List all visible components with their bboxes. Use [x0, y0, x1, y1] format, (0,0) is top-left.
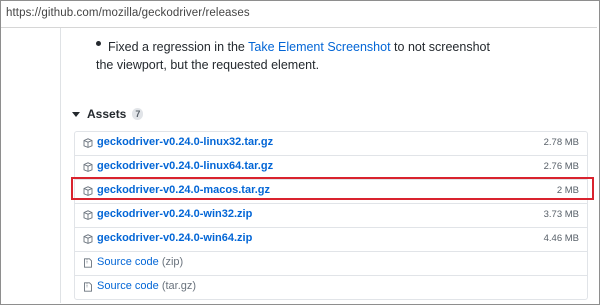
asset-size: 2.76 MB	[543, 161, 579, 172]
asset-row[interactable]: geckodriver-v0.24.0-linux32.tar.gz 2.78 …	[75, 132, 587, 155]
asset-row[interactable]: geckodriver-v0.24.0-linux64.tar.gz 2.76 …	[75, 155, 587, 179]
triangle-down-icon	[72, 111, 80, 117]
source-code-label: Source code	[97, 280, 159, 292]
asset-row[interactable]: geckodriver-v0.24.0-win64.zip 4.46 MB	[75, 227, 587, 251]
note-text-line2: the viewport, but the requested element.	[96, 58, 320, 72]
file-zip-icon	[84, 282, 92, 292]
note-text-prefix: Fixed a regression in the	[108, 40, 249, 54]
take-element-screenshot-link[interactable]: Take Element Screenshot	[248, 40, 390, 54]
package-icon	[83, 234, 93, 244]
asset-size: 2.78 MB	[543, 137, 579, 148]
asset-link[interactable]: geckodriver-v0.24.0-linux32.tar.gz	[97, 136, 273, 148]
file-zip-icon	[84, 258, 92, 268]
asset-link[interactable]: geckodriver-v0.24.0-linux64.tar.gz	[97, 160, 273, 172]
asset-size: 3.73 MB	[543, 209, 579, 220]
package-icon	[83, 162, 93, 172]
source-format: (zip)	[161, 256, 184, 268]
package-icon	[83, 138, 93, 148]
assets-heading: Assets	[87, 107, 127, 121]
asset-size: 4.46 MB	[543, 233, 579, 244]
asset-size: 2 MB	[556, 185, 579, 196]
source-code-zip-link[interactable]: Source code (zip)	[97, 256, 183, 268]
assets-toggle[interactable]: Assets 7	[72, 107, 144, 121]
asset-row[interactable]: geckodriver-v0.24.0-win32.zip 3.73 MB	[75, 203, 587, 227]
source-row[interactable]: Source code (zip)	[75, 251, 587, 275]
source-code-label: Source code	[97, 256, 159, 268]
source-row[interactable]: Source code (tar.gz)	[75, 275, 587, 299]
asset-link[interactable]: geckodriver-v0.24.0-win32.zip	[97, 208, 252, 220]
asset-link[interactable]: geckodriver-v0.24.0-win64.zip	[97, 232, 252, 244]
asset-link[interactable]: geckodriver-v0.24.0-macos.tar.gz	[97, 184, 270, 196]
package-icon	[83, 210, 93, 220]
source-code-targz-link[interactable]: Source code (tar.gz)	[97, 280, 196, 292]
url-text[interactable]: https://github.com/mozilla/geckodriver/r…	[6, 7, 250, 19]
package-icon	[83, 186, 93, 196]
address-bar[interactable]: https://github.com/mozilla/geckodriver/r…	[1, 1, 597, 28]
asset-row[interactable]: geckodriver-v0.24.0-macos.tar.gz 2 MB	[75, 179, 587, 203]
note-text-suffix: to not screenshot	[390, 40, 490, 54]
source-format: (tar.gz)	[161, 280, 197, 292]
assets-count-badge: 7	[132, 108, 144, 120]
assets-list: geckodriver-v0.24.0-linux32.tar.gz 2.78 …	[74, 131, 588, 300]
